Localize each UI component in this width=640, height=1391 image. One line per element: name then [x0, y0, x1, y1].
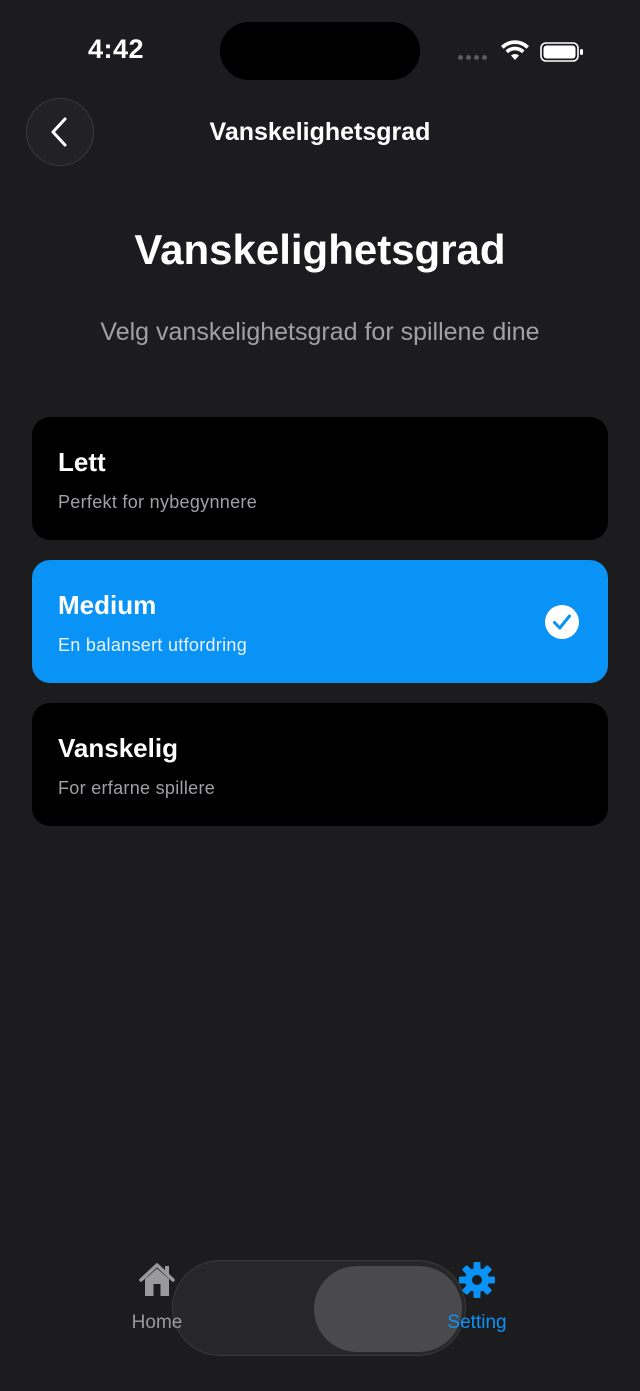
nav-title: Vanskelighetsgrad [209, 118, 431, 146]
option-title: Vanskelig [58, 733, 178, 763]
difficulty-options: Lett Perfekt for nybegynnere Medium En b… [32, 417, 608, 846]
status-bar: 4:42 [0, 0, 640, 100]
page-title: Vanskelighetsgrad [134, 226, 506, 273]
tab-setting[interactable]: Setting [417, 1260, 537, 1334]
option-description: En balansert utfordring [58, 635, 248, 655]
tab-home-label: Home [131, 1312, 183, 1333]
cellular-signal-icon [458, 55, 487, 60]
option-easy[interactable]: Lett Perfekt for nybegynnere [32, 417, 608, 540]
tab-home[interactable]: Home [97, 1260, 217, 1334]
option-title: Medium [58, 590, 157, 620]
checkmark-circle-icon [545, 605, 579, 639]
navigation-bar: Vanskelighetsgrad [0, 98, 640, 170]
house-icon [139, 1263, 175, 1296]
tab-setting-label: Setting [447, 1312, 507, 1333]
page-subtitle: Velg vanskelighetsgrad for spillene dine [100, 318, 540, 346]
tab-bar: Home Setting [0, 1250, 640, 1370]
wifi-icon [501, 40, 529, 60]
option-title: Lett [58, 447, 106, 477]
option-medium[interactable]: Medium En balansert utfordring [32, 560, 608, 683]
battery-icon [540, 42, 583, 62]
option-description: For erfarne spillere [58, 778, 216, 798]
option-hard[interactable]: Vanskelig For erfarne spillere [32, 703, 608, 826]
dynamic-island [220, 22, 420, 80]
gear-icon [459, 1262, 495, 1298]
option-description: Perfekt for nybegynnere [58, 492, 258, 512]
status-time: 4:42 [88, 34, 145, 64]
